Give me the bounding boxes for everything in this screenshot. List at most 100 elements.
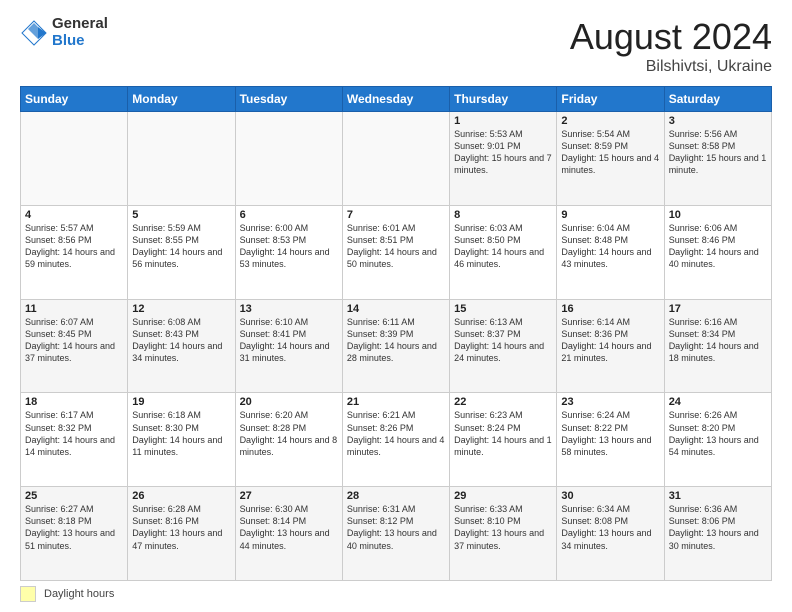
day-info: Sunrise: 6:28 AMSunset: 8:16 PMDaylight:…	[132, 503, 230, 552]
calendar-day-cell: 25Sunrise: 6:27 AMSunset: 8:18 PMDayligh…	[21, 487, 128, 581]
logo-general: General	[52, 16, 108, 33]
header-row: SundayMondayTuesdayWednesdayThursdayFrid…	[21, 87, 772, 112]
calendar-day-cell: 18Sunrise: 6:17 AMSunset: 8:32 PMDayligh…	[21, 393, 128, 487]
day-info: Sunrise: 6:20 AMSunset: 8:28 PMDaylight:…	[240, 409, 338, 458]
day-number: 1	[454, 115, 552, 127]
calendar-day-cell: 4Sunrise: 5:57 AMSunset: 8:56 PMDaylight…	[21, 205, 128, 299]
calendar-day-cell: 8Sunrise: 6:03 AMSunset: 8:50 PMDaylight…	[450, 205, 557, 299]
day-number: 3	[669, 115, 767, 127]
calendar-week-row: 1Sunrise: 5:53 AMSunset: 9:01 PMDaylight…	[21, 112, 772, 206]
logo-icon	[20, 19, 48, 47]
calendar-day-cell: 19Sunrise: 6:18 AMSunset: 8:30 PMDayligh…	[128, 393, 235, 487]
title-block: August 2024 Bilshivtsi, Ukraine	[570, 16, 772, 76]
calendar-day-cell: 31Sunrise: 6:36 AMSunset: 8:06 PMDayligh…	[664, 487, 771, 581]
daylight-color-box	[20, 586, 36, 602]
day-number: 14	[347, 303, 445, 315]
calendar-day-cell: 23Sunrise: 6:24 AMSunset: 8:22 PMDayligh…	[557, 393, 664, 487]
day-info: Sunrise: 6:31 AMSunset: 8:12 PMDaylight:…	[347, 503, 445, 552]
day-number: 9	[561, 209, 659, 221]
day-info: Sunrise: 6:23 AMSunset: 8:24 PMDaylight:…	[454, 409, 552, 458]
calendar-day-cell: 5Sunrise: 5:59 AMSunset: 8:55 PMDaylight…	[128, 205, 235, 299]
day-of-week-header: Wednesday	[342, 87, 449, 112]
calendar-day-cell: 13Sunrise: 6:10 AMSunset: 8:41 PMDayligh…	[235, 299, 342, 393]
calendar-body: 1Sunrise: 5:53 AMSunset: 9:01 PMDaylight…	[21, 112, 772, 581]
day-info: Sunrise: 6:34 AMSunset: 8:08 PMDaylight:…	[561, 503, 659, 552]
calendar-day-cell	[342, 112, 449, 206]
day-number: 2	[561, 115, 659, 127]
header: General Blue August 2024 Bilshivtsi, Ukr…	[20, 16, 772, 76]
calendar-table: SundayMondayTuesdayWednesdayThursdayFrid…	[20, 86, 772, 581]
calendar-day-cell: 6Sunrise: 6:00 AMSunset: 8:53 PMDaylight…	[235, 205, 342, 299]
day-info: Sunrise: 6:36 AMSunset: 8:06 PMDaylight:…	[669, 503, 767, 552]
day-info: Sunrise: 6:27 AMSunset: 8:18 PMDaylight:…	[25, 503, 123, 552]
day-number: 10	[669, 209, 767, 221]
page: General Blue August 2024 Bilshivtsi, Ukr…	[0, 0, 792, 612]
calendar-day-cell: 29Sunrise: 6:33 AMSunset: 8:10 PMDayligh…	[450, 487, 557, 581]
day-info: Sunrise: 6:24 AMSunset: 8:22 PMDaylight:…	[561, 409, 659, 458]
calendar-day-cell: 28Sunrise: 6:31 AMSunset: 8:12 PMDayligh…	[342, 487, 449, 581]
calendar-day-cell: 2Sunrise: 5:54 AMSunset: 8:59 PMDaylight…	[557, 112, 664, 206]
calendar-day-cell: 9Sunrise: 6:04 AMSunset: 8:48 PMDaylight…	[557, 205, 664, 299]
day-info: Sunrise: 6:03 AMSunset: 8:50 PMDaylight:…	[454, 222, 552, 271]
day-info: Sunrise: 6:01 AMSunset: 8:51 PMDaylight:…	[347, 222, 445, 271]
calendar-week-row: 18Sunrise: 6:17 AMSunset: 8:32 PMDayligh…	[21, 393, 772, 487]
day-info: Sunrise: 6:10 AMSunset: 8:41 PMDaylight:…	[240, 316, 338, 365]
day-of-week-header: Saturday	[664, 87, 771, 112]
calendar-day-cell	[21, 112, 128, 206]
logo-blue: Blue	[52, 33, 108, 50]
day-number: 21	[347, 396, 445, 408]
day-info: Sunrise: 6:26 AMSunset: 8:20 PMDaylight:…	[669, 409, 767, 458]
day-of-week-header: Friday	[557, 87, 664, 112]
day-number: 5	[132, 209, 230, 221]
calendar-day-cell: 17Sunrise: 6:16 AMSunset: 8:34 PMDayligh…	[664, 299, 771, 393]
day-of-week-header: Thursday	[450, 87, 557, 112]
day-number: 20	[240, 396, 338, 408]
day-info: Sunrise: 6:30 AMSunset: 8:14 PMDaylight:…	[240, 503, 338, 552]
day-info: Sunrise: 6:16 AMSunset: 8:34 PMDaylight:…	[669, 316, 767, 365]
day-number: 13	[240, 303, 338, 315]
daylight-label: Daylight hours	[44, 588, 114, 600]
calendar-week-row: 25Sunrise: 6:27 AMSunset: 8:18 PMDayligh…	[21, 487, 772, 581]
day-info: Sunrise: 6:21 AMSunset: 8:26 PMDaylight:…	[347, 409, 445, 458]
footer: Daylight hours	[20, 586, 772, 602]
day-number: 15	[454, 303, 552, 315]
day-info: Sunrise: 6:17 AMSunset: 8:32 PMDaylight:…	[25, 409, 123, 458]
calendar-week-row: 4Sunrise: 5:57 AMSunset: 8:56 PMDaylight…	[21, 205, 772, 299]
calendar-week-row: 11Sunrise: 6:07 AMSunset: 8:45 PMDayligh…	[21, 299, 772, 393]
calendar-day-cell: 7Sunrise: 6:01 AMSunset: 8:51 PMDaylight…	[342, 205, 449, 299]
calendar-day-cell: 26Sunrise: 6:28 AMSunset: 8:16 PMDayligh…	[128, 487, 235, 581]
calendar-day-cell: 16Sunrise: 6:14 AMSunset: 8:36 PMDayligh…	[557, 299, 664, 393]
day-number: 12	[132, 303, 230, 315]
day-number: 4	[25, 209, 123, 221]
location-title: Bilshivtsi, Ukraine	[570, 58, 772, 76]
day-number: 27	[240, 490, 338, 502]
day-of-week-header: Sunday	[21, 87, 128, 112]
calendar-day-cell: 24Sunrise: 6:26 AMSunset: 8:20 PMDayligh…	[664, 393, 771, 487]
day-of-week-header: Tuesday	[235, 87, 342, 112]
day-info: Sunrise: 6:13 AMSunset: 8:37 PMDaylight:…	[454, 316, 552, 365]
day-info: Sunrise: 6:11 AMSunset: 8:39 PMDaylight:…	[347, 316, 445, 365]
day-info: Sunrise: 5:56 AMSunset: 8:58 PMDaylight:…	[669, 128, 767, 177]
day-number: 30	[561, 490, 659, 502]
day-info: Sunrise: 5:54 AMSunset: 8:59 PMDaylight:…	[561, 128, 659, 177]
calendar-day-cell: 15Sunrise: 6:13 AMSunset: 8:37 PMDayligh…	[450, 299, 557, 393]
day-number: 28	[347, 490, 445, 502]
day-number: 6	[240, 209, 338, 221]
day-number: 23	[561, 396, 659, 408]
calendar-day-cell: 21Sunrise: 6:21 AMSunset: 8:26 PMDayligh…	[342, 393, 449, 487]
calendar-day-cell: 3Sunrise: 5:56 AMSunset: 8:58 PMDaylight…	[664, 112, 771, 206]
calendar-day-cell: 22Sunrise: 6:23 AMSunset: 8:24 PMDayligh…	[450, 393, 557, 487]
day-info: Sunrise: 6:04 AMSunset: 8:48 PMDaylight:…	[561, 222, 659, 271]
day-number: 19	[132, 396, 230, 408]
month-title: August 2024	[570, 16, 772, 58]
day-number: 18	[25, 396, 123, 408]
day-number: 17	[669, 303, 767, 315]
logo: General Blue	[20, 16, 108, 49]
day-number: 22	[454, 396, 552, 408]
calendar-day-cell: 1Sunrise: 5:53 AMSunset: 9:01 PMDaylight…	[450, 112, 557, 206]
day-info: Sunrise: 6:33 AMSunset: 8:10 PMDaylight:…	[454, 503, 552, 552]
day-number: 24	[669, 396, 767, 408]
day-number: 31	[669, 490, 767, 502]
calendar-day-cell: 30Sunrise: 6:34 AMSunset: 8:08 PMDayligh…	[557, 487, 664, 581]
day-info: Sunrise: 6:08 AMSunset: 8:43 PMDaylight:…	[132, 316, 230, 365]
